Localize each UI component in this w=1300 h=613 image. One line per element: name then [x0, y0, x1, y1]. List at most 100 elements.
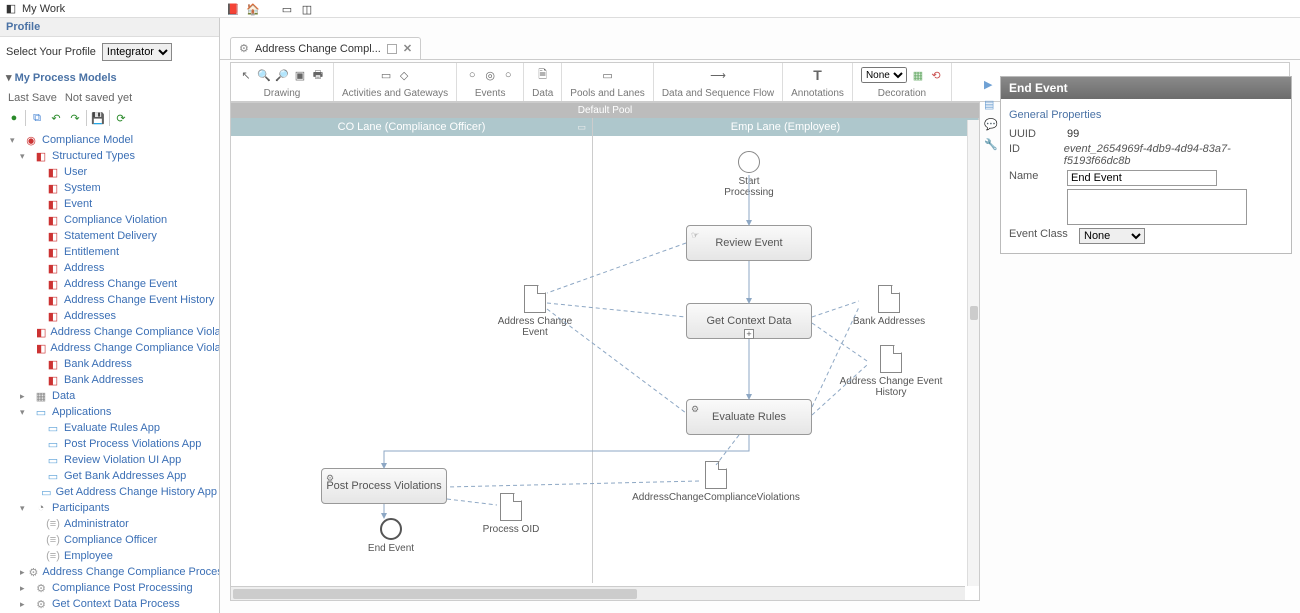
deco-apply-icon[interactable]: ▦ [911, 68, 925, 82]
tree-item[interactable]: ◧Bank Addresses [8, 372, 219, 388]
description-field[interactable] [1067, 189, 1247, 225]
text-icon[interactable]: T [811, 68, 825, 82]
flow-icon[interactable]: ⟶ [711, 68, 725, 82]
tree-item[interactable]: ▭Evaluate Rules App [8, 420, 219, 436]
data-address-change-event[interactable]: Address Change Event [495, 285, 575, 338]
gateway-icon[interactable]: ◇ [397, 68, 411, 82]
tree-process[interactable]: ▸⚙Address Change Compliance Process [8, 564, 219, 580]
tab-address-change[interactable]: ⚙ Address Change Compl... ✕ [230, 37, 421, 59]
tree-item[interactable]: ◧Address [8, 260, 219, 276]
window-title: My Work [22, 3, 65, 15]
canvas-hscroll[interactable] [231, 586, 965, 600]
maximize-icon[interactable] [387, 44, 397, 54]
zoom-out-icon[interactable]: 🔎 [275, 68, 289, 82]
home-icon[interactable]: 🏠 [245, 2, 261, 16]
tree-process[interactable]: ▸⚙Compliance Post Processing [8, 580, 219, 596]
intermediate-event-icon[interactable]: ◎ [483, 68, 497, 82]
lane-co-header[interactable]: CO Lane (Compliance Officer)▭ [231, 118, 592, 136]
last-save-label: Last Save [8, 92, 57, 104]
profile-select-row: Select Your Profile Integrator [0, 37, 219, 67]
profile-select[interactable]: Integrator [102, 43, 172, 61]
node-evaluate-rules[interactable]: ⚙ Evaluate Rules [686, 399, 812, 435]
eventclass-select[interactable]: None [1079, 228, 1145, 244]
left-sidebar: Profile Select Your Profile Integrator M… [0, 18, 220, 613]
tree-item[interactable]: ◧Compliance Violation [8, 212, 219, 228]
data-bank-addresses[interactable]: Bank Addresses [849, 285, 929, 327]
tree-item[interactable]: (≡)Administrator [8, 516, 219, 532]
pal-drawing: ↖ 🔍 🔎 ▣ 🖶 Drawing [231, 63, 334, 101]
chat-icon[interactable]: 💬 [984, 118, 998, 132]
pal-pools: ▭ Pools and Lanes [562, 63, 654, 101]
canvas-vscroll[interactable] [967, 120, 979, 586]
fit-icon[interactable]: ▣ [293, 68, 307, 82]
node-get-context-data[interactable]: Get Context Data + [686, 303, 812, 339]
start-event-icon[interactable]: ○ [465, 68, 479, 82]
tree-item[interactable]: ◧Addresses [8, 308, 219, 324]
tree-item[interactable]: ◧Event [8, 196, 219, 212]
tree-participants[interactable]: ▾◔Participants [8, 500, 219, 516]
deco-remove-icon[interactable]: ⟲ [929, 68, 943, 82]
tree-item[interactable]: ◧Statement Delivery [8, 228, 219, 244]
tree-item[interactable]: ◧User [8, 164, 219, 180]
wrench-icon[interactable]: 🔧 [984, 138, 998, 152]
tree-item[interactable]: ◧System [8, 180, 219, 196]
lane-collapse-icon[interactable]: ▭ [577, 122, 586, 133]
pal-activities: ▭ ◇ Activities and Gateways [334, 63, 457, 101]
pool-header[interactable]: Default Pool [231, 103, 979, 118]
print-icon[interactable]: 🖶 [311, 68, 325, 82]
node-post-process-violations[interactable]: ⚙ Post Process Violations [321, 468, 447, 504]
undo-icon[interactable]: ↶ [48, 110, 64, 126]
data-ace-history[interactable]: Address Change Event History [831, 345, 951, 398]
data-process-oid[interactable]: Process OID [471, 493, 551, 535]
tree-item[interactable]: ◧Address Change Compliance Violation [8, 324, 219, 340]
model-tree: ▾◉Compliance Model ▾◧Structured Types ◧U… [0, 128, 219, 613]
close-icon[interactable]: ✕ [403, 42, 412, 55]
copy-icon[interactable]: ⧉ [29, 110, 45, 126]
book-icon[interactable]: 📕 [225, 2, 241, 16]
layout-single-icon[interactable]: ▭ [279, 2, 295, 16]
node-review-event[interactable]: ☞ Review Event [686, 225, 812, 261]
lane-emp-header[interactable]: Emp Lane (Employee) [593, 118, 978, 136]
pool-icon[interactable]: ▭ [601, 68, 615, 82]
tree-root[interactable]: ▾◉Compliance Model [8, 132, 219, 148]
tree-process[interactable]: ▸⚙Get Context Data Process [8, 596, 219, 612]
play-icon[interactable]: ▶ [984, 78, 998, 92]
list-icon[interactable]: ▤ [984, 98, 998, 112]
task-icon[interactable]: ▭ [379, 68, 393, 82]
end-event-icon[interactable]: ○ [501, 68, 515, 82]
data-accv[interactable]: AddressChangeComplianceViolations [631, 461, 801, 503]
tree-item[interactable]: ◧Entitlement [8, 244, 219, 260]
tree-item[interactable]: ◧Address Change Event History [8, 292, 219, 308]
data-object-icon[interactable]: 🗎 [536, 68, 550, 82]
add-icon[interactable]: ● [6, 110, 22, 126]
tree-item[interactable]: ▭Post Process Violations App [8, 436, 219, 452]
layout-split-icon[interactable]: ◫ [299, 2, 315, 16]
editor-tabs: ⚙ Address Change Compl... ✕ [220, 34, 1300, 60]
name-field[interactable] [1067, 170, 1217, 186]
tree-item[interactable]: ▭Review Violation UI App [8, 452, 219, 468]
save-icon[interactable]: 💾 [90, 110, 106, 126]
tree-item[interactable]: ◧Address Change Compliance Violations [8, 340, 219, 356]
pointer-icon[interactable]: ↖ [239, 68, 253, 82]
tree-item[interactable]: (≡)Employee [8, 548, 219, 564]
tree-item[interactable]: ◧Bank Address [8, 356, 219, 372]
node-start-processing[interactable]: Start Processing [719, 151, 779, 198]
tree-applications[interactable]: ▾▭Applications [8, 404, 219, 420]
tree-data[interactable]: ▸▦Data [8, 388, 219, 404]
models-header[interactable]: My Process Models [0, 67, 219, 88]
uuid-label: UUID [1009, 128, 1061, 140]
properties-panel: End Event General Properties UUID 99 ID … [1000, 76, 1292, 254]
refresh-icon[interactable]: ⟳ [113, 110, 129, 126]
tree-item[interactable]: ▭Get Bank Addresses App [8, 468, 219, 484]
tree-item[interactable]: ◧Address Change Event [8, 276, 219, 292]
redo-icon[interactable]: ↷ [67, 110, 83, 126]
decoration-select[interactable]: None [861, 67, 907, 83]
tree-item[interactable]: ▭Get Address Change History App [8, 484, 219, 500]
node-end-event[interactable]: End Event [361, 518, 421, 554]
properties-section: General Properties [1009, 105, 1283, 125]
tree-item[interactable]: (≡)Compliance Officer [8, 532, 219, 548]
zoom-in-icon[interactable]: 🔍 [257, 68, 271, 82]
diagram-canvas[interactable]: Default Pool CO Lane (Compliance Officer… [230, 102, 980, 601]
tree-structured-types[interactable]: ▾◧Structured Types [8, 148, 219, 164]
id-value: event_2654969f-4db9-4d94-83a7-f5193f66dc… [1064, 143, 1283, 167]
